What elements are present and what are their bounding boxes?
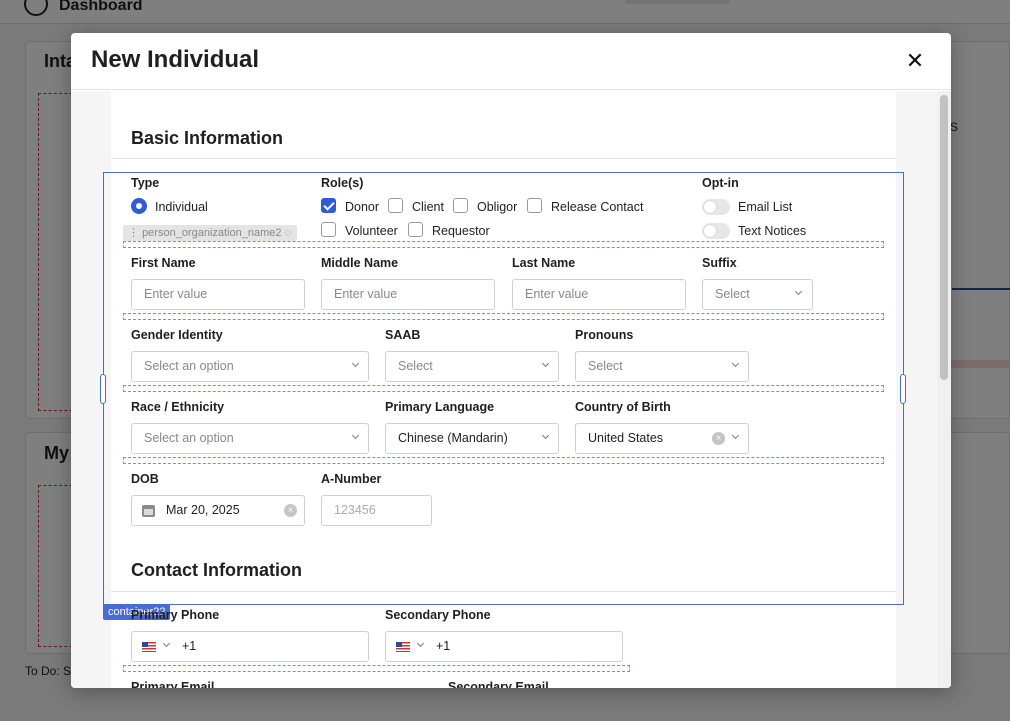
resize-handle-left[interactable] — [100, 374, 106, 404]
saab-select-value: Select — [398, 359, 433, 373]
email-list-toggle[interactable] — [702, 199, 730, 215]
text-notices-toggle[interactable] — [702, 223, 730, 239]
last-name-input[interactable]: Enter value — [512, 279, 686, 310]
chevron-down-icon — [732, 361, 740, 369]
clear-icon[interactable]: × — [284, 504, 297, 517]
language-select[interactable]: Chinese (Mandarin) — [385, 423, 559, 454]
row-drop-zone — [123, 665, 630, 672]
last-name-label: Last Name — [512, 256, 576, 270]
us-flag-icon — [142, 642, 156, 652]
anumber-label: A-Number — [321, 472, 382, 486]
gender-select-value: Select an option — [144, 359, 234, 373]
role-obligor-checkbox[interactable] — [453, 198, 468, 213]
suffix-label: Suffix — [702, 256, 737, 270]
gender-label: Gender Identity — [131, 328, 223, 342]
primary-email-label: Primary Email — [131, 680, 215, 688]
section-divider — [111, 158, 896, 159]
email-list-label: Email List — [738, 200, 793, 214]
primary-phone-input[interactable]: +1 — [131, 631, 369, 662]
dob-label: DOB — [131, 472, 159, 486]
clear-icon[interactable]: × — [712, 432, 725, 445]
basic-info-title: Basic Information — [131, 128, 284, 148]
dob-value: Mar 20, 2025 — [166, 503, 240, 517]
role-requestor-label: Requestor — [432, 224, 490, 238]
race-select-value: Select an option — [144, 431, 234, 445]
middle-name-label: Middle Name — [321, 256, 399, 270]
close-icon[interactable]: ✕ — [901, 47, 929, 75]
eye-off-icon: ◌ — [281, 227, 292, 239]
new-individual-modal: New Individual ✕ container22 Basic Infor… — [71, 33, 951, 688]
secondary-phone-label: Secondary Phone — [385, 608, 491, 622]
field-tag: ⋮ person_organization_name2 ◌ — [123, 225, 298, 241]
saab-label: SAAB — [385, 328, 421, 342]
role-client-label: Client — [412, 200, 444, 214]
chevron-down-icon — [542, 433, 550, 441]
text-notices-label: Text Notices — [738, 224, 807, 238]
optin-label: Opt-in — [702, 176, 739, 190]
role-client-checkbox[interactable] — [388, 198, 403, 213]
pronouns-select[interactable]: Select — [575, 351, 749, 382]
individual-radio-label: Individual — [155, 200, 208, 214]
drag-handle-icon: ⋮ — [128, 227, 143, 239]
scrollbar-thumb[interactable] — [940, 95, 948, 380]
row-drop-zone — [123, 313, 884, 320]
first-name-label: First Name — [131, 256, 196, 270]
pronouns-label: Pronouns — [575, 328, 634, 342]
role-obligor-label: Obligor — [477, 200, 518, 214]
secondary-phone-prefix: +1 — [436, 639, 451, 653]
chevron-down-icon[interactable] — [417, 641, 425, 649]
chevron-down-icon — [795, 289, 803, 297]
suffix-select-value: Select — [715, 287, 750, 301]
primary-phone-prefix: +1 — [182, 639, 197, 653]
race-label: Race / Ethnicity — [131, 400, 225, 414]
middle-name-input[interactable]: Enter value — [321, 279, 495, 310]
us-flag-icon — [396, 642, 410, 652]
country-label: Country of Birth — [575, 400, 671, 414]
section-divider — [111, 591, 896, 592]
chevron-down-icon — [542, 361, 550, 369]
resize-handle-right[interactable] — [900, 374, 906, 404]
roles-label: Role(s) — [321, 176, 364, 190]
language-select-value: Chinese (Mandarin) — [398, 431, 508, 445]
row-drop-zone — [123, 241, 884, 248]
secondary-email-label: Secondary Email — [448, 680, 549, 688]
chevron-down-icon — [352, 433, 360, 441]
role-volunteer-label: Volunteer — [345, 224, 398, 238]
role-donor-label: Donor — [345, 200, 380, 214]
secondary-phone-input[interactable]: +1 — [385, 631, 623, 662]
chevron-down-icon — [732, 433, 740, 441]
dob-datepicker[interactable]: Mar 20, 2025 × — [131, 495, 305, 526]
modal-header: New Individual ✕ — [71, 33, 951, 90]
first-name-input[interactable]: Enter value — [131, 279, 305, 310]
contact-info-title: Contact Information — [131, 560, 302, 580]
role-volunteer-checkbox[interactable] — [321, 222, 336, 237]
row-drop-zone — [123, 385, 884, 392]
gender-select[interactable]: Select an option — [131, 351, 369, 382]
chevron-down-icon[interactable] — [163, 641, 171, 649]
modal-body: container22 Basic Information Type Indiv… — [71, 91, 951, 688]
field-tag-text: person_organization_name2 — [142, 227, 282, 239]
row-drop-zone — [123, 457, 884, 464]
individual-radio[interactable] — [131, 198, 147, 214]
role-donor-checkbox[interactable] — [321, 198, 336, 213]
role-requestor-checkbox[interactable] — [408, 222, 423, 237]
saab-select[interactable]: Select — [385, 351, 559, 382]
race-select[interactable]: Select an option — [131, 423, 369, 454]
type-label: Type — [131, 176, 160, 190]
chevron-down-icon — [352, 361, 360, 369]
calendar-icon — [142, 505, 155, 517]
language-label: Primary Language — [385, 400, 495, 414]
suffix-select[interactable]: Select — [702, 279, 813, 310]
pronouns-select-value: Select — [588, 359, 623, 373]
anumber-input[interactable]: 123456 — [321, 495, 432, 526]
role-release-contact-label: Release Contact — [551, 200, 644, 214]
country-select-value: United States — [588, 431, 664, 445]
modal-title: New Individual — [91, 46, 260, 73]
country-select[interactable]: United States × — [575, 423, 749, 454]
primary-phone-label: Primary Phone — [131, 608, 220, 622]
role-release-contact-checkbox[interactable] — [527, 198, 542, 213]
